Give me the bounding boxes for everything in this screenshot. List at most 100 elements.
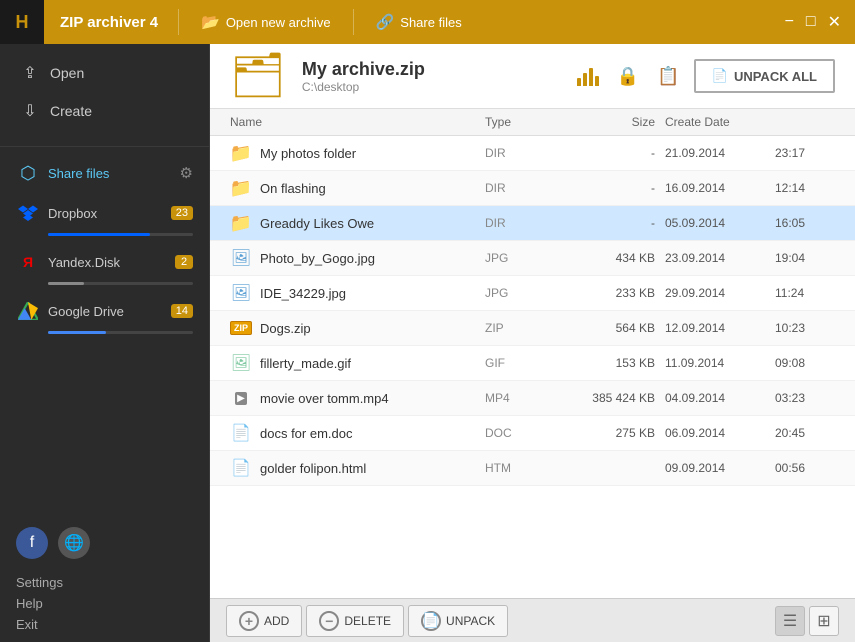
file-size: - xyxy=(565,181,655,195)
delete-button[interactable]: − DELETE xyxy=(306,605,404,637)
file-time: 10:23 xyxy=(775,321,835,335)
file-icon: 🖼 xyxy=(230,247,252,269)
table-row[interactable]: 📁 Greaddy Likes Owe DIR - 05.09.2014 16:… xyxy=(210,206,855,241)
sidebar-item-dropbox[interactable]: Dropbox 23 xyxy=(0,193,209,233)
divider2 xyxy=(353,9,354,35)
file-date: 23.09.2014 xyxy=(655,251,775,265)
file-icon: 📁 xyxy=(230,177,252,199)
unpack-all-button[interactable]: 📄 UNPACK ALL xyxy=(694,59,835,93)
file-type: MP4 xyxy=(485,391,565,405)
archive-folder-icon: 🗂 xyxy=(230,54,286,98)
view-buttons: ☰ ⊞ xyxy=(775,606,839,636)
archive-path: C:\desktop xyxy=(302,80,561,94)
file-time: 11:24 xyxy=(775,286,835,300)
list-view-button[interactable]: ☰ xyxy=(775,606,805,636)
table-row[interactable]: 📄 golder folipon.html HTM 09.09.2014 00:… xyxy=(210,451,855,486)
unpack-button[interactable]: 📄 UNPACK xyxy=(408,605,508,637)
delete-icon: − xyxy=(319,611,339,631)
dropbox-icon xyxy=(16,201,40,225)
file-name-cell: 📁 On flashing xyxy=(230,177,485,199)
table-row[interactable]: 🖼 IDE_34229.jpg JPG 233 KB 29.09.2014 11… xyxy=(210,276,855,311)
file-time: 03:23 xyxy=(775,391,835,405)
file-name-cell: 📁 My photos folder xyxy=(230,142,485,164)
lock-icon[interactable]: 🔒 xyxy=(613,62,643,91)
archive-header: 🗂 My archive.zip C:\desktop 🔒 📋 📄 UNPACK… xyxy=(210,44,855,109)
file-size: 233 KB xyxy=(565,286,655,300)
add-button[interactable]: + ADD xyxy=(226,605,302,637)
close-button[interactable]: ✕ xyxy=(828,12,841,32)
cloud-services: ⬡ Share files ⚙ Dropbox 23 xyxy=(0,153,209,340)
sidebar-item-gdrive[interactable]: Google Drive 14 xyxy=(0,291,209,331)
file-date: 21.09.2014 xyxy=(655,146,775,160)
table-row[interactable]: 📄 docs for em.doc DOC 275 KB 06.09.2014 … xyxy=(210,416,855,451)
table-row[interactable]: 🖼 Photo_by_Gogo.jpg JPG 434 KB 23.09.201… xyxy=(210,241,855,276)
file-time: 20:45 xyxy=(775,426,835,440)
sidebar-item-yandex[interactable]: Я Yandex.Disk 2 xyxy=(0,242,209,282)
facebook-icon[interactable]: f xyxy=(16,527,48,559)
file-size: - xyxy=(565,146,655,160)
file-date: 09.09.2014 xyxy=(655,461,775,475)
file-name: fillerty_made.gif xyxy=(260,356,351,371)
file-time: 12:14 xyxy=(775,181,835,195)
file-icon: ZIP xyxy=(230,317,252,339)
file-name: IDE_34229.jpg xyxy=(260,286,346,301)
open-icon: ⇪ xyxy=(20,63,40,83)
file-time: 00:56 xyxy=(775,461,835,475)
table-row[interactable]: ZIP Dogs.zip ZIP 564 KB 12.09.2014 10:23 xyxy=(210,311,855,346)
file-time: 19:04 xyxy=(775,251,835,265)
help-link[interactable]: Help xyxy=(16,596,193,611)
sidebar-item-open[interactable]: ⇪ Open xyxy=(0,54,209,92)
file-date: 12.09.2014 xyxy=(655,321,775,335)
col-time-header xyxy=(775,115,835,129)
sidebar-divider xyxy=(0,146,209,147)
copy-icon[interactable]: 📋 xyxy=(653,62,683,91)
maximize-button[interactable]: □ xyxy=(806,13,816,31)
gdrive-icon xyxy=(16,299,40,323)
folder-icon: 📂 xyxy=(201,13,220,31)
unpack-icon: 📄 xyxy=(421,611,441,631)
table-body: 📁 My photos folder DIR - 21.09.2014 23:1… xyxy=(210,136,855,598)
file-date: 06.09.2014 xyxy=(655,426,775,440)
exit-link[interactable]: Exit xyxy=(16,617,193,632)
table-row[interactable]: ▶ movie over tomm.mp4 MP4 385 424 KB 04.… xyxy=(210,381,855,416)
file-name-cell: 🖼 IDE_34229.jpg xyxy=(230,282,485,304)
social-icons: f 🌐 xyxy=(16,527,193,559)
title-bar: H ZIP archiver 4 📂 Open new archive 🔗 Sh… xyxy=(0,0,855,44)
file-name-cell: 🖼 fillerty_made.gif xyxy=(230,352,485,374)
sidebar-item-create[interactable]: ⇩ Create xyxy=(0,92,209,130)
share-icon: ⬡ xyxy=(16,161,40,185)
file-icon: ▶ xyxy=(230,387,252,409)
stats-icon[interactable] xyxy=(577,66,599,86)
file-time: 16:05 xyxy=(775,216,835,230)
settings-link[interactable]: Settings xyxy=(16,575,193,590)
file-icon: 📁 xyxy=(230,142,252,164)
website-icon[interactable]: 🌐 xyxy=(58,527,90,559)
divider xyxy=(178,9,179,35)
table-row[interactable]: 🖼 fillerty_made.gif GIF 153 KB 11.09.201… xyxy=(210,346,855,381)
sidebar-bottom: f 🌐 Settings Help Exit xyxy=(0,517,209,642)
file-name: docs for em.doc xyxy=(260,426,353,441)
table-row[interactable]: 📁 On flashing DIR - 16.09.2014 12:14 xyxy=(210,171,855,206)
file-time: 23:17 xyxy=(775,146,835,160)
table-row[interactable]: 📁 My photos folder DIR - 21.09.2014 23:1… xyxy=(210,136,855,171)
open-archive-button[interactable]: 📂 Open new archive xyxy=(183,0,348,44)
file-name: movie over tomm.mp4 xyxy=(260,391,389,406)
yandex-progress xyxy=(48,282,193,285)
archive-controls: 🔒 📋 📄 UNPACK ALL xyxy=(577,59,835,93)
minimize-button[interactable]: − xyxy=(785,13,794,31)
file-icon: 🖼 xyxy=(230,352,252,374)
archive-info: My archive.zip C:\desktop xyxy=(302,59,561,94)
file-name-cell: ZIP Dogs.zip xyxy=(230,317,485,339)
col-name-header: Name xyxy=(230,115,485,129)
file-type: HTM xyxy=(485,461,565,475)
main-layout: ⇪ Open ⇩ Create ⬡ Share files ⚙ xyxy=(0,44,855,642)
share-files-button[interactable]: 🔗 Share files xyxy=(358,0,480,44)
app-logo: H xyxy=(0,0,44,44)
file-size: 564 KB xyxy=(565,321,655,335)
share-settings-icon[interactable]: ⚙ xyxy=(180,164,193,182)
sidebar-item-share[interactable]: ⬡ Share files ⚙ xyxy=(0,153,209,193)
file-size: 385 424 KB xyxy=(565,391,655,405)
grid-view-button[interactable]: ⊞ xyxy=(809,606,839,636)
file-name: Greaddy Likes Owe xyxy=(260,216,374,231)
add-icon: + xyxy=(239,611,259,631)
